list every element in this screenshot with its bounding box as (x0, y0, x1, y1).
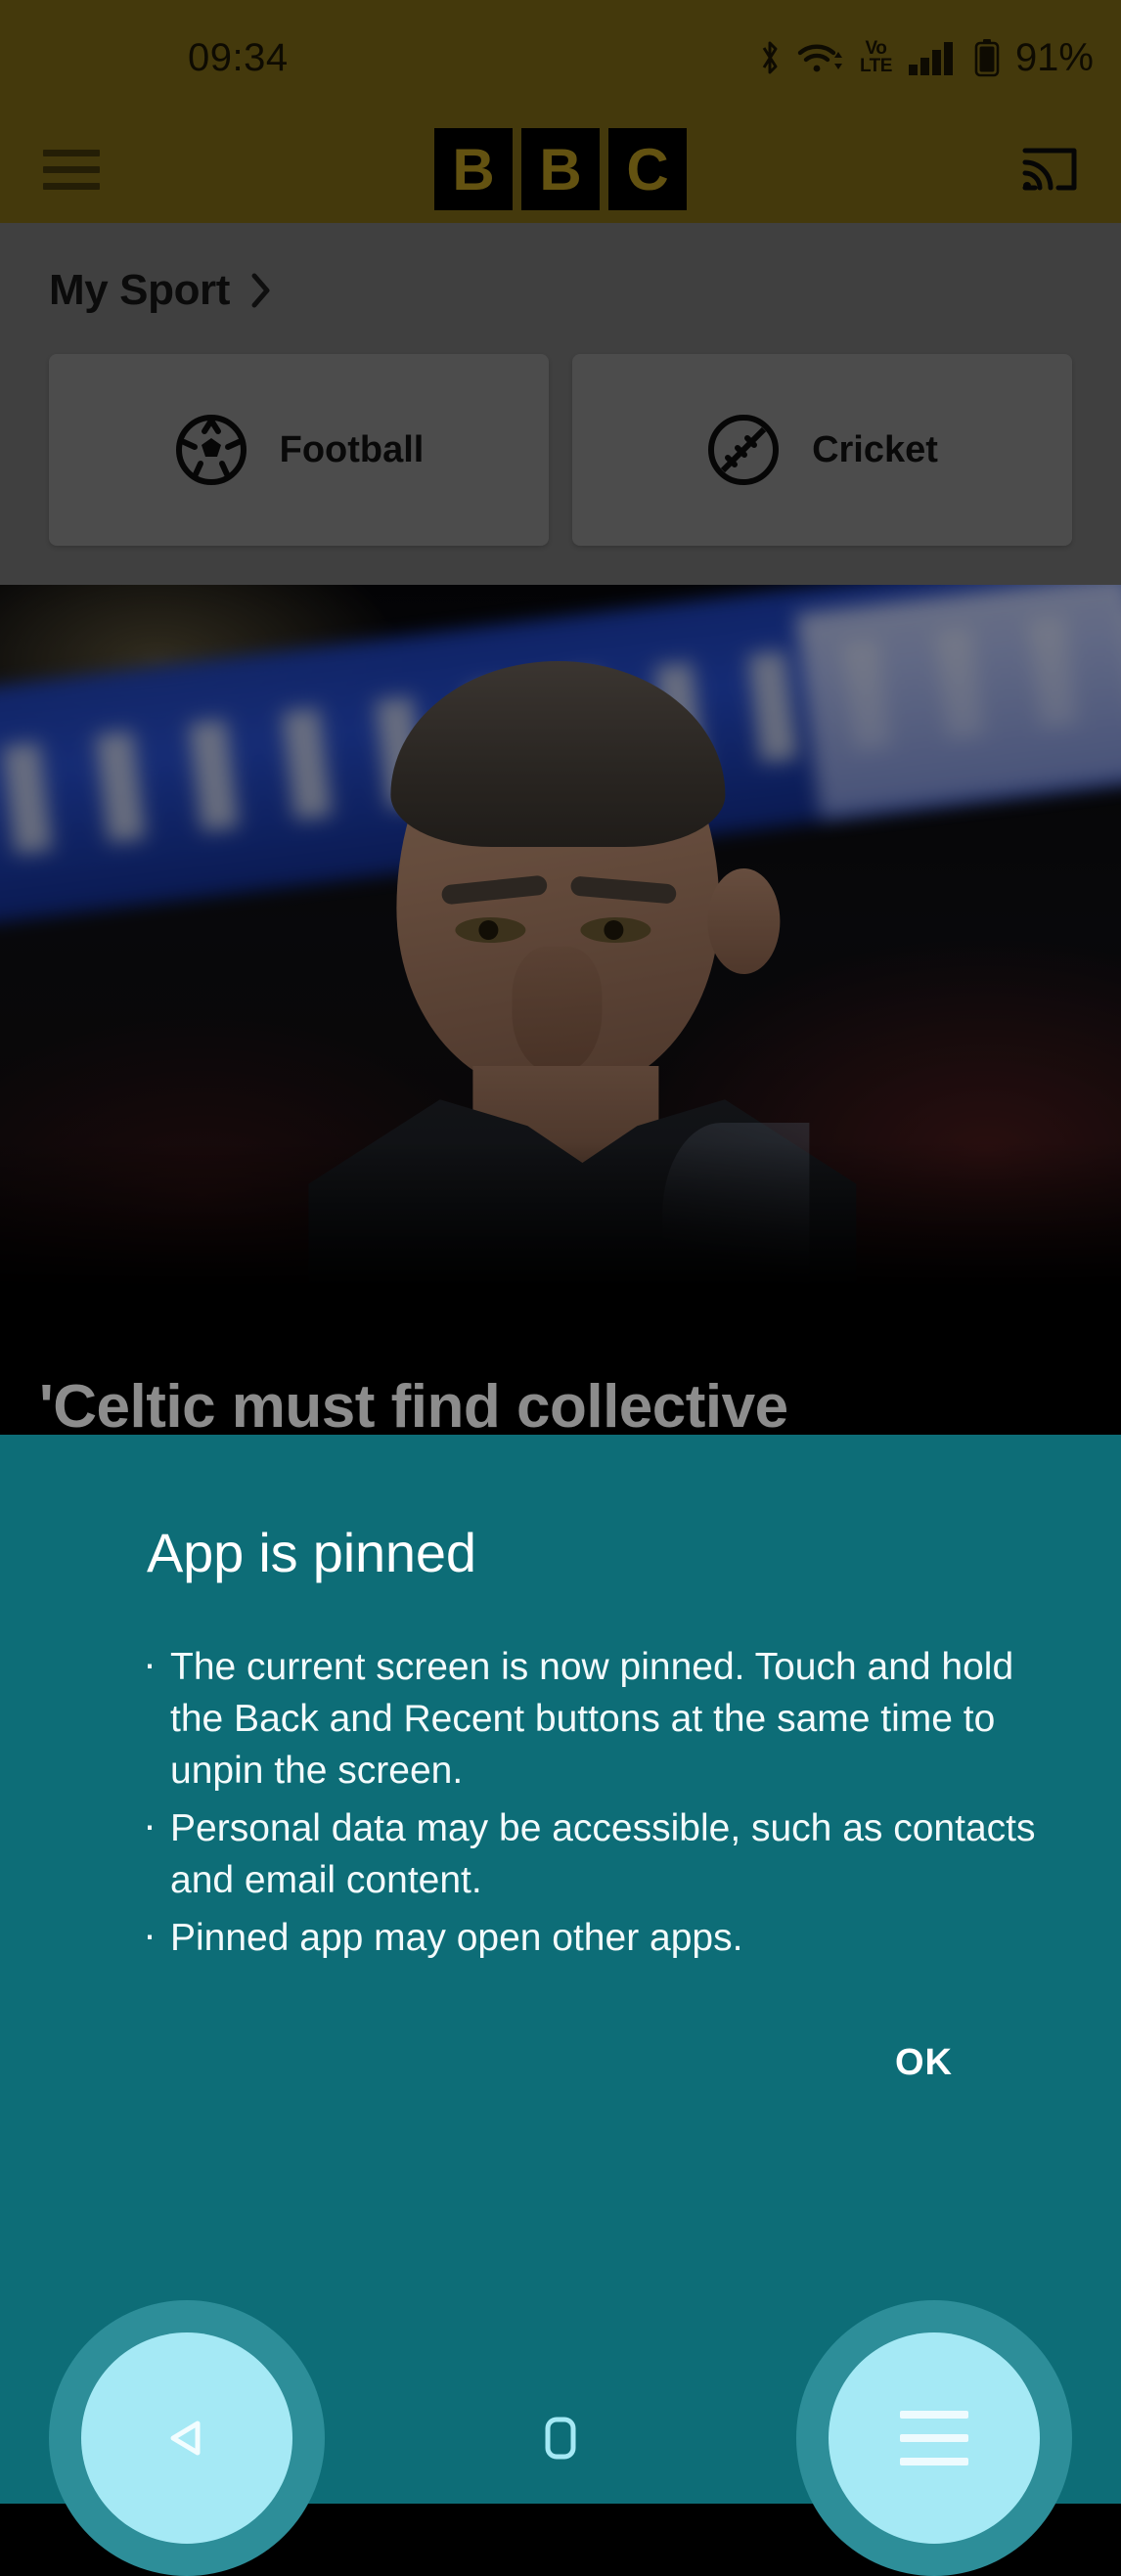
home-square-icon (538, 2411, 583, 2465)
dialog-bullet: The current screen is now pinned. Touch … (143, 1635, 1045, 1797)
dialog-title: App is pinned (147, 1522, 476, 1583)
dialog-bullet: Pinned app may open other apps. (143, 1906, 1045, 1964)
recents-menu-icon (900, 2411, 968, 2465)
system-navigation-bar (0, 2300, 1121, 2576)
back-button[interactable] (49, 2300, 325, 2576)
home-button[interactable] (482, 2360, 639, 2516)
ok-button[interactable]: OK (885, 2030, 963, 2096)
recents-button[interactable] (796, 2300, 1072, 2576)
recents-menu-icon-line (900, 2458, 968, 2465)
dialog-bullet: Personal data may be accessible, such as… (143, 1797, 1045, 1906)
dialog-actions: OK (0, 1970, 1121, 2096)
back-triangle-icon (157, 2408, 217, 2468)
dialog-bullet-list: The current screen is now pinned. Touch … (0, 1635, 1121, 1964)
recents-menu-icon-line (900, 2411, 968, 2419)
recents-menu-icon-line (900, 2434, 968, 2442)
